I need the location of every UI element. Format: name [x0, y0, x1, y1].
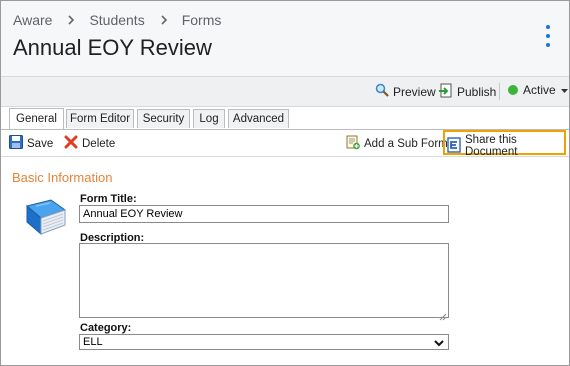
form-toolbar: Save Delete Add a Sub Form Share this Do…	[1, 130, 569, 158]
breadcrumb: Aware Students Forms	[13, 12, 221, 28]
save-disk-icon	[9, 135, 23, 152]
action-bar: Preview Publish Active	[1, 77, 569, 107]
status-dot-icon	[508, 85, 518, 95]
breadcrumb-aware[interactable]: Aware	[13, 12, 52, 28]
chevron-right-icon	[68, 12, 75, 28]
save-button[interactable]: Save	[9, 135, 53, 152]
preview-button[interactable]: Preview	[375, 83, 436, 100]
share-document-label: Share this Document	[465, 134, 518, 158]
delete-label: Delete	[82, 137, 116, 150]
chevron-down-icon	[434, 338, 444, 350]
status-label: Active	[523, 83, 556, 97]
share-document-button[interactable]: Share this Document	[447, 134, 569, 158]
breadcrumb-students[interactable]: Students	[89, 12, 144, 28]
status-dropdown[interactable]: Active	[508, 83, 568, 97]
tab-log[interactable]: Log	[193, 109, 225, 128]
chevron-right-icon	[161, 12, 168, 28]
page-header: Aware Students Forms Annual EOY Review	[1, 1, 569, 76]
page-title: Annual EOY Review	[13, 35, 212, 60]
tab-general[interactable]: General	[9, 108, 64, 129]
book-icon	[21, 198, 69, 243]
delete-button[interactable]: Delete	[64, 135, 115, 152]
breadcrumb-forms[interactable]: Forms	[182, 12, 222, 28]
publish-button[interactable]: Publish	[439, 83, 496, 101]
action-divider	[499, 83, 500, 100]
kebab-menu-icon[interactable]	[544, 25, 552, 47]
resize-grip-icon[interactable]	[439, 308, 447, 321]
caret-down-icon	[560, 83, 568, 97]
category-label: Category:	[80, 322, 132, 334]
form-title-input[interactable]	[79, 205, 449, 223]
preview-label: Preview	[393, 84, 436, 99]
tab-security[interactable]: Security	[137, 109, 190, 128]
tab-form-editor[interactable]: Form Editor	[66, 109, 134, 128]
save-label: Save	[27, 137, 54, 150]
category-select[interactable]: ELL	[79, 334, 449, 350]
add-sub-form-icon	[346, 135, 360, 153]
tab-bar: General Form Editor Security Log Advance…	[1, 107, 569, 130]
add-sub-form-label: Add a Sub Form	[364, 138, 448, 150]
tab-advanced[interactable]: Advanced	[228, 109, 289, 128]
publish-icon	[439, 83, 453, 101]
magnifier-icon	[375, 83, 389, 100]
publish-label: Publish	[457, 85, 497, 99]
share-document-icon	[447, 136, 461, 156]
app-window: Aware Students Forms Annual EOY Review P…	[0, 0, 570, 366]
form-title-label: Form Title:	[80, 193, 137, 205]
description-textarea[interactable]	[79, 243, 449, 321]
category-value: ELL	[83, 336, 103, 348]
add-sub-form-button[interactable]: Add a Sub Form	[346, 135, 448, 153]
delete-x-icon	[64, 135, 78, 152]
section-title: Basic Information	[12, 170, 113, 185]
